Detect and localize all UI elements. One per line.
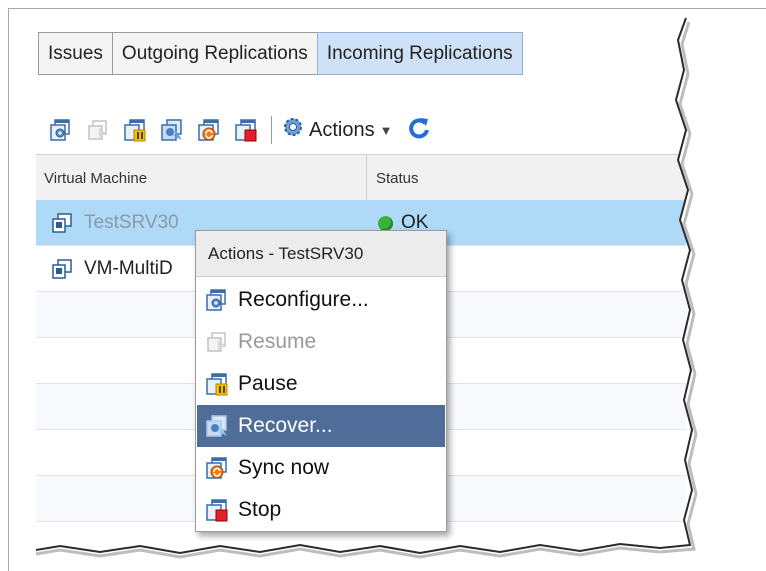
menu-item-reconfigure[interactable]: Reconfigure... [197, 279, 445, 321]
resume-icon [204, 329, 230, 355]
tab-incoming-replications[interactable]: Incoming Replications [316, 32, 523, 75]
tab-bar: Issues Outgoing Replications Incoming Re… [38, 32, 523, 77]
gear-icon [281, 115, 305, 145]
stop-icon [204, 497, 230, 523]
menu-item-label: Recover... [238, 414, 333, 437]
refresh-icon[interactable] [406, 115, 432, 145]
status-ok-icon [378, 215, 393, 231]
vm-icon [52, 259, 72, 279]
menu-item-label: Reconfigure... [238, 288, 369, 311]
menu-item-pause[interactable]: Pause [197, 363, 445, 405]
pause-icon[interactable] [122, 117, 148, 143]
menu-item-label: Resume [238, 330, 317, 353]
tab-outgoing-replications[interactable]: Outgoing Replications [111, 32, 318, 75]
column-header-virtual-machine[interactable]: Virtual Machine [44, 155, 147, 201]
recover-icon[interactable] [159, 117, 185, 143]
vm-icon [52, 213, 72, 233]
menu-item-label: Sync now [238, 456, 330, 479]
tab-issues[interactable]: Issues [38, 32, 113, 75]
vm-name: VM-MultiD [84, 258, 173, 279]
toolbar: Actions ▼ [48, 110, 432, 150]
menu-item-recover[interactable]: Recover... [197, 405, 445, 447]
pause-icon [204, 371, 230, 397]
menu-item-label: Pause [238, 372, 298, 395]
menu-item-sync-now[interactable]: Sync now [197, 447, 445, 489]
stop-icon[interactable] [233, 117, 259, 143]
context-menu-title: Actions - TestSRV30 [196, 231, 446, 277]
chevron-down-icon: ▼ [379, 122, 393, 138]
toolbar-separator [271, 116, 272, 144]
vm-name: TestSRV30 [84, 212, 179, 233]
menu-item-stop[interactable]: Stop [197, 489, 445, 531]
actions-label: Actions [309, 118, 375, 141]
column-divider[interactable] [366, 155, 367, 201]
reconfigure-icon [204, 287, 230, 313]
grid-header: Virtual Machine Status [36, 154, 686, 202]
actions-menu-button[interactable]: Actions ▼ [281, 115, 392, 145]
replication-panel: Issues Outgoing Replications Incoming Re… [0, 0, 766, 571]
reconfigure-icon[interactable] [48, 117, 74, 143]
sync-now-icon [204, 455, 230, 481]
column-header-status[interactable]: Status [376, 155, 419, 201]
sync-now-icon[interactable] [196, 117, 222, 143]
recover-icon [204, 413, 230, 439]
context-menu: Actions - TestSRV30 Reconfigure... Resum… [195, 230, 447, 532]
menu-item-resume[interactable]: Resume [197, 321, 445, 363]
resume-icon[interactable] [85, 117, 111, 143]
menu-item-label: Stop [238, 498, 282, 521]
